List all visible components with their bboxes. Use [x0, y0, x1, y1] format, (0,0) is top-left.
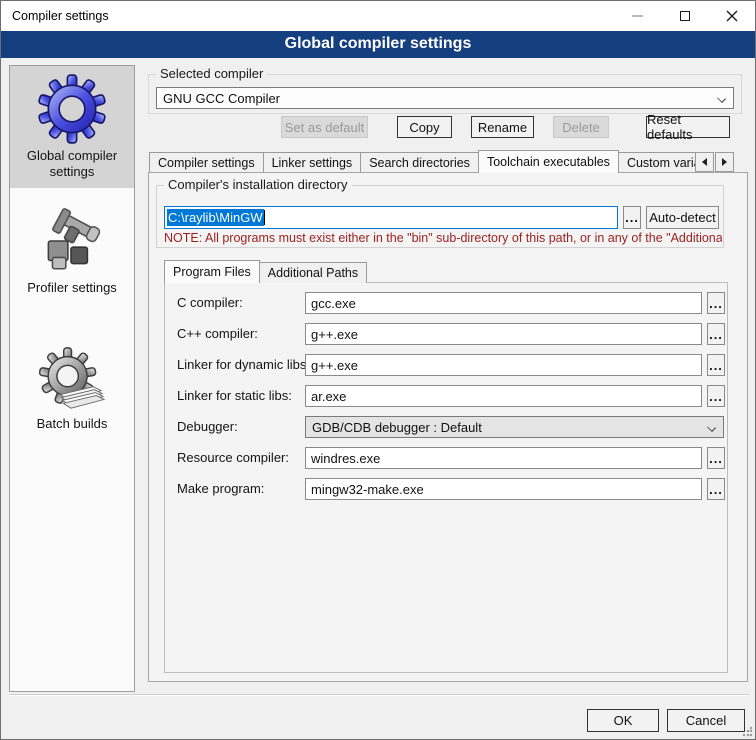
set-as-default-button[interactable]: Set as default	[281, 116, 368, 138]
sidebar-item-batch-builds[interactable]: Batch builds	[10, 338, 134, 440]
settings-category-sidebar: Global compiler settings Profiler settin…	[9, 65, 135, 692]
debugger-select[interactable]: GDB/CDB debugger : Default	[305, 416, 724, 438]
window-title: Compiler settings	[12, 9, 109, 23]
left-triangle-icon	[702, 158, 707, 166]
c-compiler-browse-button[interactable]: ...	[707, 292, 725, 314]
sidebar-item-global-compiler-settings[interactable]: Global compiler settings	[10, 66, 134, 188]
c-compiler-input[interactable]	[305, 292, 702, 314]
tab-program-files[interactable]: Program Files	[164, 260, 260, 283]
maximize-button[interactable]	[661, 1, 708, 31]
maximize-icon	[680, 11, 690, 21]
rename-button[interactable]: Rename	[471, 116, 534, 138]
chevron-down-icon	[707, 423, 716, 432]
delete-button[interactable]: Delete	[553, 116, 609, 138]
minimize-icon	[632, 15, 643, 17]
ok-button[interactable]: OK	[587, 709, 659, 732]
right-triangle-icon	[722, 158, 727, 166]
reset-defaults-button[interactable]: Reset defaults	[646, 116, 730, 138]
sidebar-item-profiler-settings[interactable]: Profiler settings	[10, 198, 134, 304]
field-label-make-program: Make program:	[177, 478, 264, 500]
sidebar-item-label: Batch builds	[16, 416, 128, 432]
linker-dynamic-input[interactable]	[305, 354, 702, 376]
field-label-c-compiler: C compiler:	[177, 292, 243, 314]
chevron-down-icon	[717, 94, 726, 103]
tab-additional-paths[interactable]: Additional Paths	[259, 262, 367, 283]
debugger-select-value: GDB/CDB debugger : Default	[312, 420, 482, 435]
caliper-icon	[35, 204, 109, 278]
field-label-cpp-compiler: C++ compiler:	[177, 323, 258, 345]
selected-compiler-legend: Selected compiler	[156, 66, 267, 81]
linker-dynamic-browse-button[interactable]: ...	[707, 354, 725, 376]
close-button[interactable]	[708, 1, 755, 31]
blue-gear-icon	[35, 72, 109, 146]
resource-compiler-browse-button[interactable]: ...	[707, 447, 725, 469]
tab-toolchain-executables[interactable]: Toolchain executables	[478, 150, 619, 173]
field-label-debugger: Debugger:	[177, 416, 238, 438]
tab-compiler-settings[interactable]: Compiler settings	[149, 152, 264, 173]
installation-directory-legend: Compiler's installation directory	[164, 177, 352, 192]
installation-directory-input[interactable]: C:\raylib\MinGW	[164, 206, 618, 229]
tab-custom-variables[interactable]: Custom variables	[618, 152, 695, 173]
sidebar-item-label: Profiler settings	[16, 280, 128, 296]
tab-scroll-right-button[interactable]	[715, 152, 734, 172]
page-title: Global compiler settings	[1, 31, 755, 58]
program-tabs: Program Files Additional Paths	[164, 259, 367, 283]
tab-scroll-left-button[interactable]	[695, 152, 714, 172]
title-bar: Compiler settings	[1, 1, 755, 31]
make-program-input[interactable]	[305, 478, 702, 500]
compiler-select-value: GNU GCC Compiler	[163, 91, 280, 106]
minimize-button[interactable]	[614, 1, 661, 31]
linker-static-browse-button[interactable]: ...	[707, 385, 725, 407]
close-icon	[726, 10, 738, 22]
make-program-browse-button[interactable]: ...	[707, 478, 725, 500]
tab-search-directories[interactable]: Search directories	[360, 152, 479, 173]
resource-compiler-input[interactable]	[305, 447, 702, 469]
compiler-select[interactable]: GNU GCC Compiler	[156, 87, 734, 109]
installation-directory-browse-button[interactable]: ...	[623, 206, 641, 229]
field-label-linker-dynamic: Linker for dynamic libs:	[177, 354, 310, 376]
text-caret	[264, 210, 265, 225]
compiler-tabs: Compiler settings Linker settings Search…	[149, 149, 695, 173]
sidebar-item-label: Global compiler settings	[16, 148, 128, 180]
linker-static-input[interactable]	[305, 385, 702, 407]
selected-path-text: C:\raylib\MinGW	[167, 209, 264, 226]
cpp-compiler-browse-button[interactable]: ...	[707, 323, 725, 345]
field-label-linker-static: Linker for static libs:	[177, 385, 292, 407]
tab-linker-settings[interactable]: Linker settings	[263, 152, 362, 173]
cpp-compiler-input[interactable]	[305, 323, 702, 345]
bin-subdirectory-note: NOTE: All programs must exist either in …	[164, 231, 722, 245]
copy-button[interactable]: Copy	[397, 116, 452, 138]
auto-detect-button[interactable]: Auto-detect	[646, 206, 719, 229]
footer-divider	[9, 694, 749, 696]
compiler-settings-dialog: Compiler settings Global compiler settin…	[0, 0, 756, 740]
cancel-button[interactable]: Cancel	[667, 709, 745, 732]
program-files-panel: C compiler: ... C++ compiler: ... Linker…	[164, 282, 728, 673]
field-label-resource-compiler: Resource compiler:	[177, 447, 289, 469]
gray-gear-stack-icon	[37, 344, 107, 414]
resize-grip[interactable]	[742, 726, 753, 737]
